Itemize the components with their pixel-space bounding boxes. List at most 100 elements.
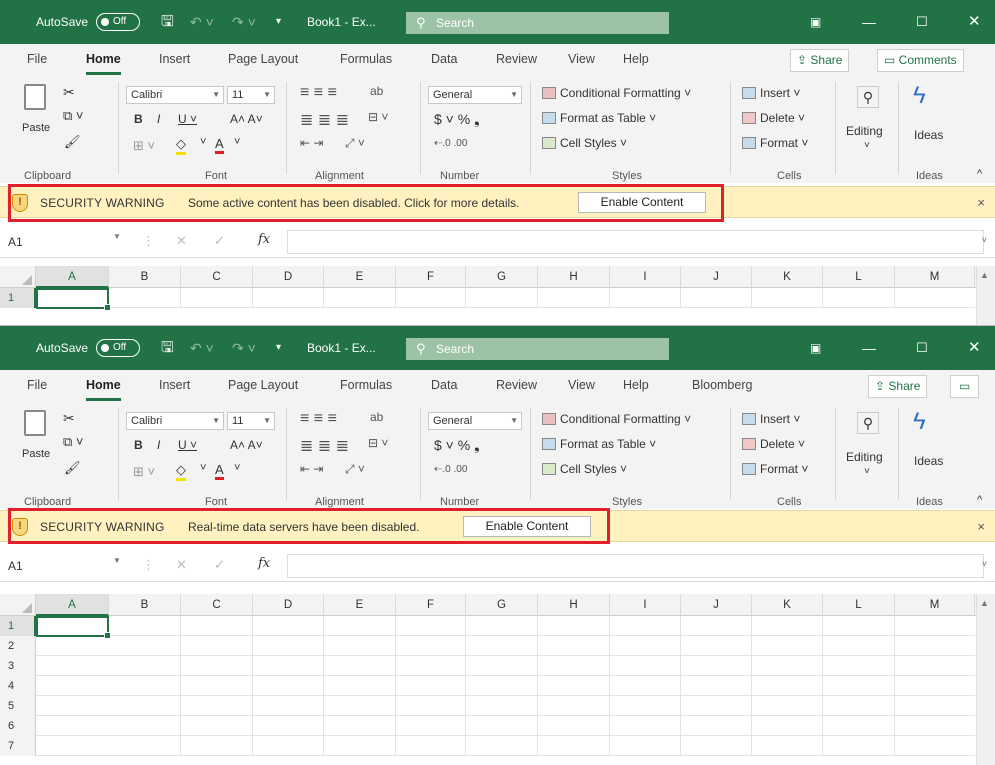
cell[interactable]	[752, 288, 823, 308]
cell[interactable]	[109, 696, 181, 716]
merge-center-icon[interactable]: ⊟ ˅	[368, 436, 388, 450]
cell[interactable]	[253, 676, 324, 696]
cell[interactable]	[396, 656, 466, 676]
cell[interactable]	[324, 736, 396, 756]
cell[interactable]	[538, 716, 610, 736]
column-header[interactable]: C	[181, 594, 253, 616]
conditional-formatting-button[interactable]: Conditional Formatting ˅	[542, 412, 691, 426]
format-painter-icon[interactable]: 🖌	[64, 134, 81, 150]
active-cell-a1[interactable]	[36, 616, 111, 639]
cell[interactable]	[324, 696, 396, 716]
row-header[interactable]: 2	[0, 636, 36, 656]
insert-function-icon[interactable]: fx	[258, 556, 270, 571]
cell[interactable]	[396, 676, 466, 696]
close-icon[interactable]: ×	[977, 195, 985, 210]
tab-file[interactable]: File	[27, 52, 47, 66]
align-top-icon[interactable]: ≡ ≡ ≡	[300, 410, 337, 428]
cell[interactable]	[610, 288, 681, 308]
row-header[interactable]: 5	[0, 696, 36, 716]
close-icon[interactable]: ×	[977, 519, 985, 534]
cell[interactable]	[324, 656, 396, 676]
cell[interactable]	[181, 616, 253, 636]
comments-button[interactable]: ▭ Comments	[877, 49, 964, 72]
cell[interactable]	[324, 288, 396, 308]
font-color-icon[interactable]: A	[215, 136, 224, 154]
cell[interactable]	[109, 288, 181, 308]
close-icon[interactable]: ✕	[968, 0, 981, 44]
maximize-icon[interactable]: ☐	[916, 326, 928, 370]
format-cells-button[interactable]: Format ˅	[742, 462, 808, 476]
cell[interactable]	[823, 656, 895, 676]
select-all-corner[interactable]	[0, 594, 36, 616]
cell[interactable]	[181, 736, 253, 756]
column-header[interactable]: G	[466, 594, 538, 616]
undo-icon[interactable]: ↶ ˅	[190, 0, 214, 44]
cell[interactable]	[396, 616, 466, 636]
tab-view[interactable]: View	[568, 378, 595, 392]
tab-page-layout[interactable]: Page Layout	[228, 378, 298, 392]
customize-qat-icon[interactable]: ▾	[276, 0, 281, 44]
editing-search-icon[interactable]: ⚲	[857, 86, 879, 108]
cell[interactable]	[681, 656, 752, 676]
customize-qat-icon[interactable]: ▾	[276, 326, 281, 370]
expand-formula-icon[interactable]: ˅	[982, 235, 987, 245]
column-header[interactable]: G	[466, 266, 538, 288]
cell[interactable]	[823, 636, 895, 656]
cell[interactable]	[466, 676, 538, 696]
cell[interactable]	[823, 696, 895, 716]
tab-help[interactable]: Help	[623, 52, 649, 66]
tab-review[interactable]: Review	[496, 52, 537, 66]
row-header[interactable]: 7	[0, 736, 36, 756]
tab-data[interactable]: Data	[431, 378, 457, 392]
column-header[interactable]: A	[36, 266, 109, 288]
autosave-toggle[interactable]: Off	[96, 339, 140, 357]
format-painter-icon[interactable]: 🖌	[64, 460, 81, 476]
insert-cells-button[interactable]: Insert ˅	[742, 86, 800, 100]
formula-input[interactable]	[287, 230, 984, 254]
cell[interactable]	[253, 736, 324, 756]
share-button[interactable]: ⇪ Share	[868, 375, 928, 398]
paste-icon[interactable]	[24, 84, 46, 110]
bold-icon[interactable]: B	[134, 112, 143, 126]
font-size-select[interactable]: 11 ▼	[227, 412, 275, 430]
cell[interactable]	[610, 616, 681, 636]
cell[interactable]	[681, 736, 752, 756]
indent-icon[interactable]: ⇤ ⇥	[300, 462, 323, 476]
column-header[interactable]: H	[538, 594, 610, 616]
paste-label[interactable]: Paste	[22, 122, 50, 134]
cell[interactable]	[253, 656, 324, 676]
save-icon[interactable]: 🖫	[161, 0, 174, 44]
copy-icon[interactable]: ⧉ ˅	[63, 108, 84, 124]
copy-icon[interactable]: ⧉ ˅	[63, 434, 84, 450]
format-as-table-button[interactable]: Format as Table ˅	[542, 437, 656, 451]
row-header[interactable]: 3	[0, 656, 36, 676]
cell[interactable]	[752, 676, 823, 696]
column-header[interactable]: I	[610, 266, 681, 288]
tab-page-layout[interactable]: Page Layout	[228, 52, 298, 66]
cell[interactable]	[253, 636, 324, 656]
align-center-icon[interactable]: ≣ ≣ ≣	[300, 110, 349, 130]
column-header[interactable]: E	[324, 594, 396, 616]
indent-icon[interactable]: ⇤ ⇥	[300, 136, 323, 150]
cell[interactable]	[681, 716, 752, 736]
editing-button[interactable]: Editing	[846, 124, 883, 138]
select-all-corner[interactable]	[0, 266, 36, 288]
save-icon[interactable]: 🖫	[161, 326, 174, 370]
collapse-ribbon-icon[interactable]: ^	[977, 494, 982, 506]
column-header[interactable]: M	[895, 594, 975, 616]
column-header[interactable]: L	[823, 266, 895, 288]
tab-insert[interactable]: Insert	[159, 378, 190, 392]
italic-icon[interactable]: I	[157, 112, 160, 126]
collapse-ribbon-icon[interactable]: ^	[977, 168, 982, 180]
font-size-select[interactable]: 11 ▼	[227, 86, 275, 104]
column-header[interactable]: J	[681, 594, 752, 616]
column-header[interactable]: F	[396, 594, 466, 616]
cell[interactable]	[538, 288, 610, 308]
cell[interactable]	[466, 696, 538, 716]
cell[interactable]	[253, 696, 324, 716]
cell[interactable]	[681, 636, 752, 656]
cut-icon[interactable]: ✂	[63, 84, 75, 101]
tab-formulas[interactable]: Formulas	[340, 52, 392, 66]
column-header[interactable]: L	[823, 594, 895, 616]
increase-font-icon[interactable]: A˄ A˅	[230, 438, 263, 452]
